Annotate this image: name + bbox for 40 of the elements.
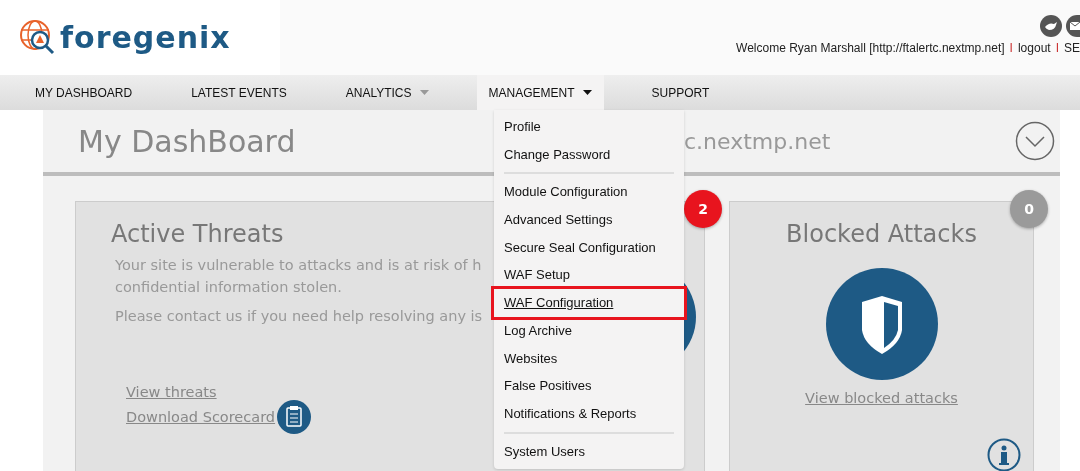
menu-item[interactable]: WAF Configuration — [494, 289, 684, 317]
count-badge: 2 — [684, 190, 722, 228]
card-title: Active Threats — [111, 220, 284, 248]
shield-icon — [825, 268, 938, 380]
card-title: Blocked Attacks — [786, 220, 977, 248]
clipboard-icon[interactable] — [277, 400, 312, 434]
nav-tab[interactable]: MANAGEMENT — [476, 75, 604, 110]
card-text: Please contact us if you need help resolving any is — [115, 308, 484, 324]
welcome-text: Welcome Ryan Marshall [http://ftalertc.nextmp.net] — [736, 41, 1005, 55]
menu-item[interactable]: Module Configuration — [504, 178, 674, 207]
header-link[interactable]: SE — [1064, 41, 1080, 55]
menu-item[interactable]: False Positives — [504, 372, 674, 400]
nav-tab[interactable]: MY DASHBOARD — [10, 75, 157, 110]
nav-tab[interactable]: ANALYTICS — [310, 75, 453, 110]
logo-wordmark: foregenix — [60, 22, 231, 53]
page-title: My DashBoard — [78, 123, 296, 159]
card-text: confidential information stolen. — [115, 278, 343, 297]
nav-tab[interactable]: LATEST EVENTS — [156, 75, 311, 110]
info-icon[interactable] — [987, 438, 1021, 471]
logo[interactable]: foregenix — [0, 0, 280, 75]
menu-item[interactable]: Secure Seal Configuration — [504, 233, 674, 262]
menu-item[interactable]: Notifications & Reports — [504, 399, 674, 428]
nav-tab[interactable]: SUPPORT — [603, 75, 734, 110]
site-name: c.nextmp.net — [684, 128, 832, 154]
menu-item[interactable]: System Users — [504, 437, 674, 466]
menu-item[interactable]: Change Password — [504, 140, 674, 169]
menu-item[interactable]: Websites — [504, 344, 674, 373]
menu-item[interactable]: WAF Setup — [504, 261, 674, 290]
mail-icon[interactable] — [1066, 15, 1080, 37]
menu-item[interactable]: Advanced Settings — [504, 206, 674, 234]
caret-icon — [419, 90, 429, 95]
separator-text: I — [1009, 41, 1013, 55]
chevron-down-icon[interactable] — [1015, 121, 1055, 161]
header-link[interactable]: logout — [1017, 41, 1051, 55]
separator-text: I — [1055, 41, 1059, 55]
count-badge: 0 — [1010, 190, 1048, 228]
menu-item[interactable]: Profile — [504, 113, 674, 141]
card-text: Your site is vulnerable to attacks and is at risk of h — [115, 256, 483, 275]
caret-icon — [582, 90, 592, 95]
menu-item[interactable]: Log Archive — [504, 316, 674, 345]
